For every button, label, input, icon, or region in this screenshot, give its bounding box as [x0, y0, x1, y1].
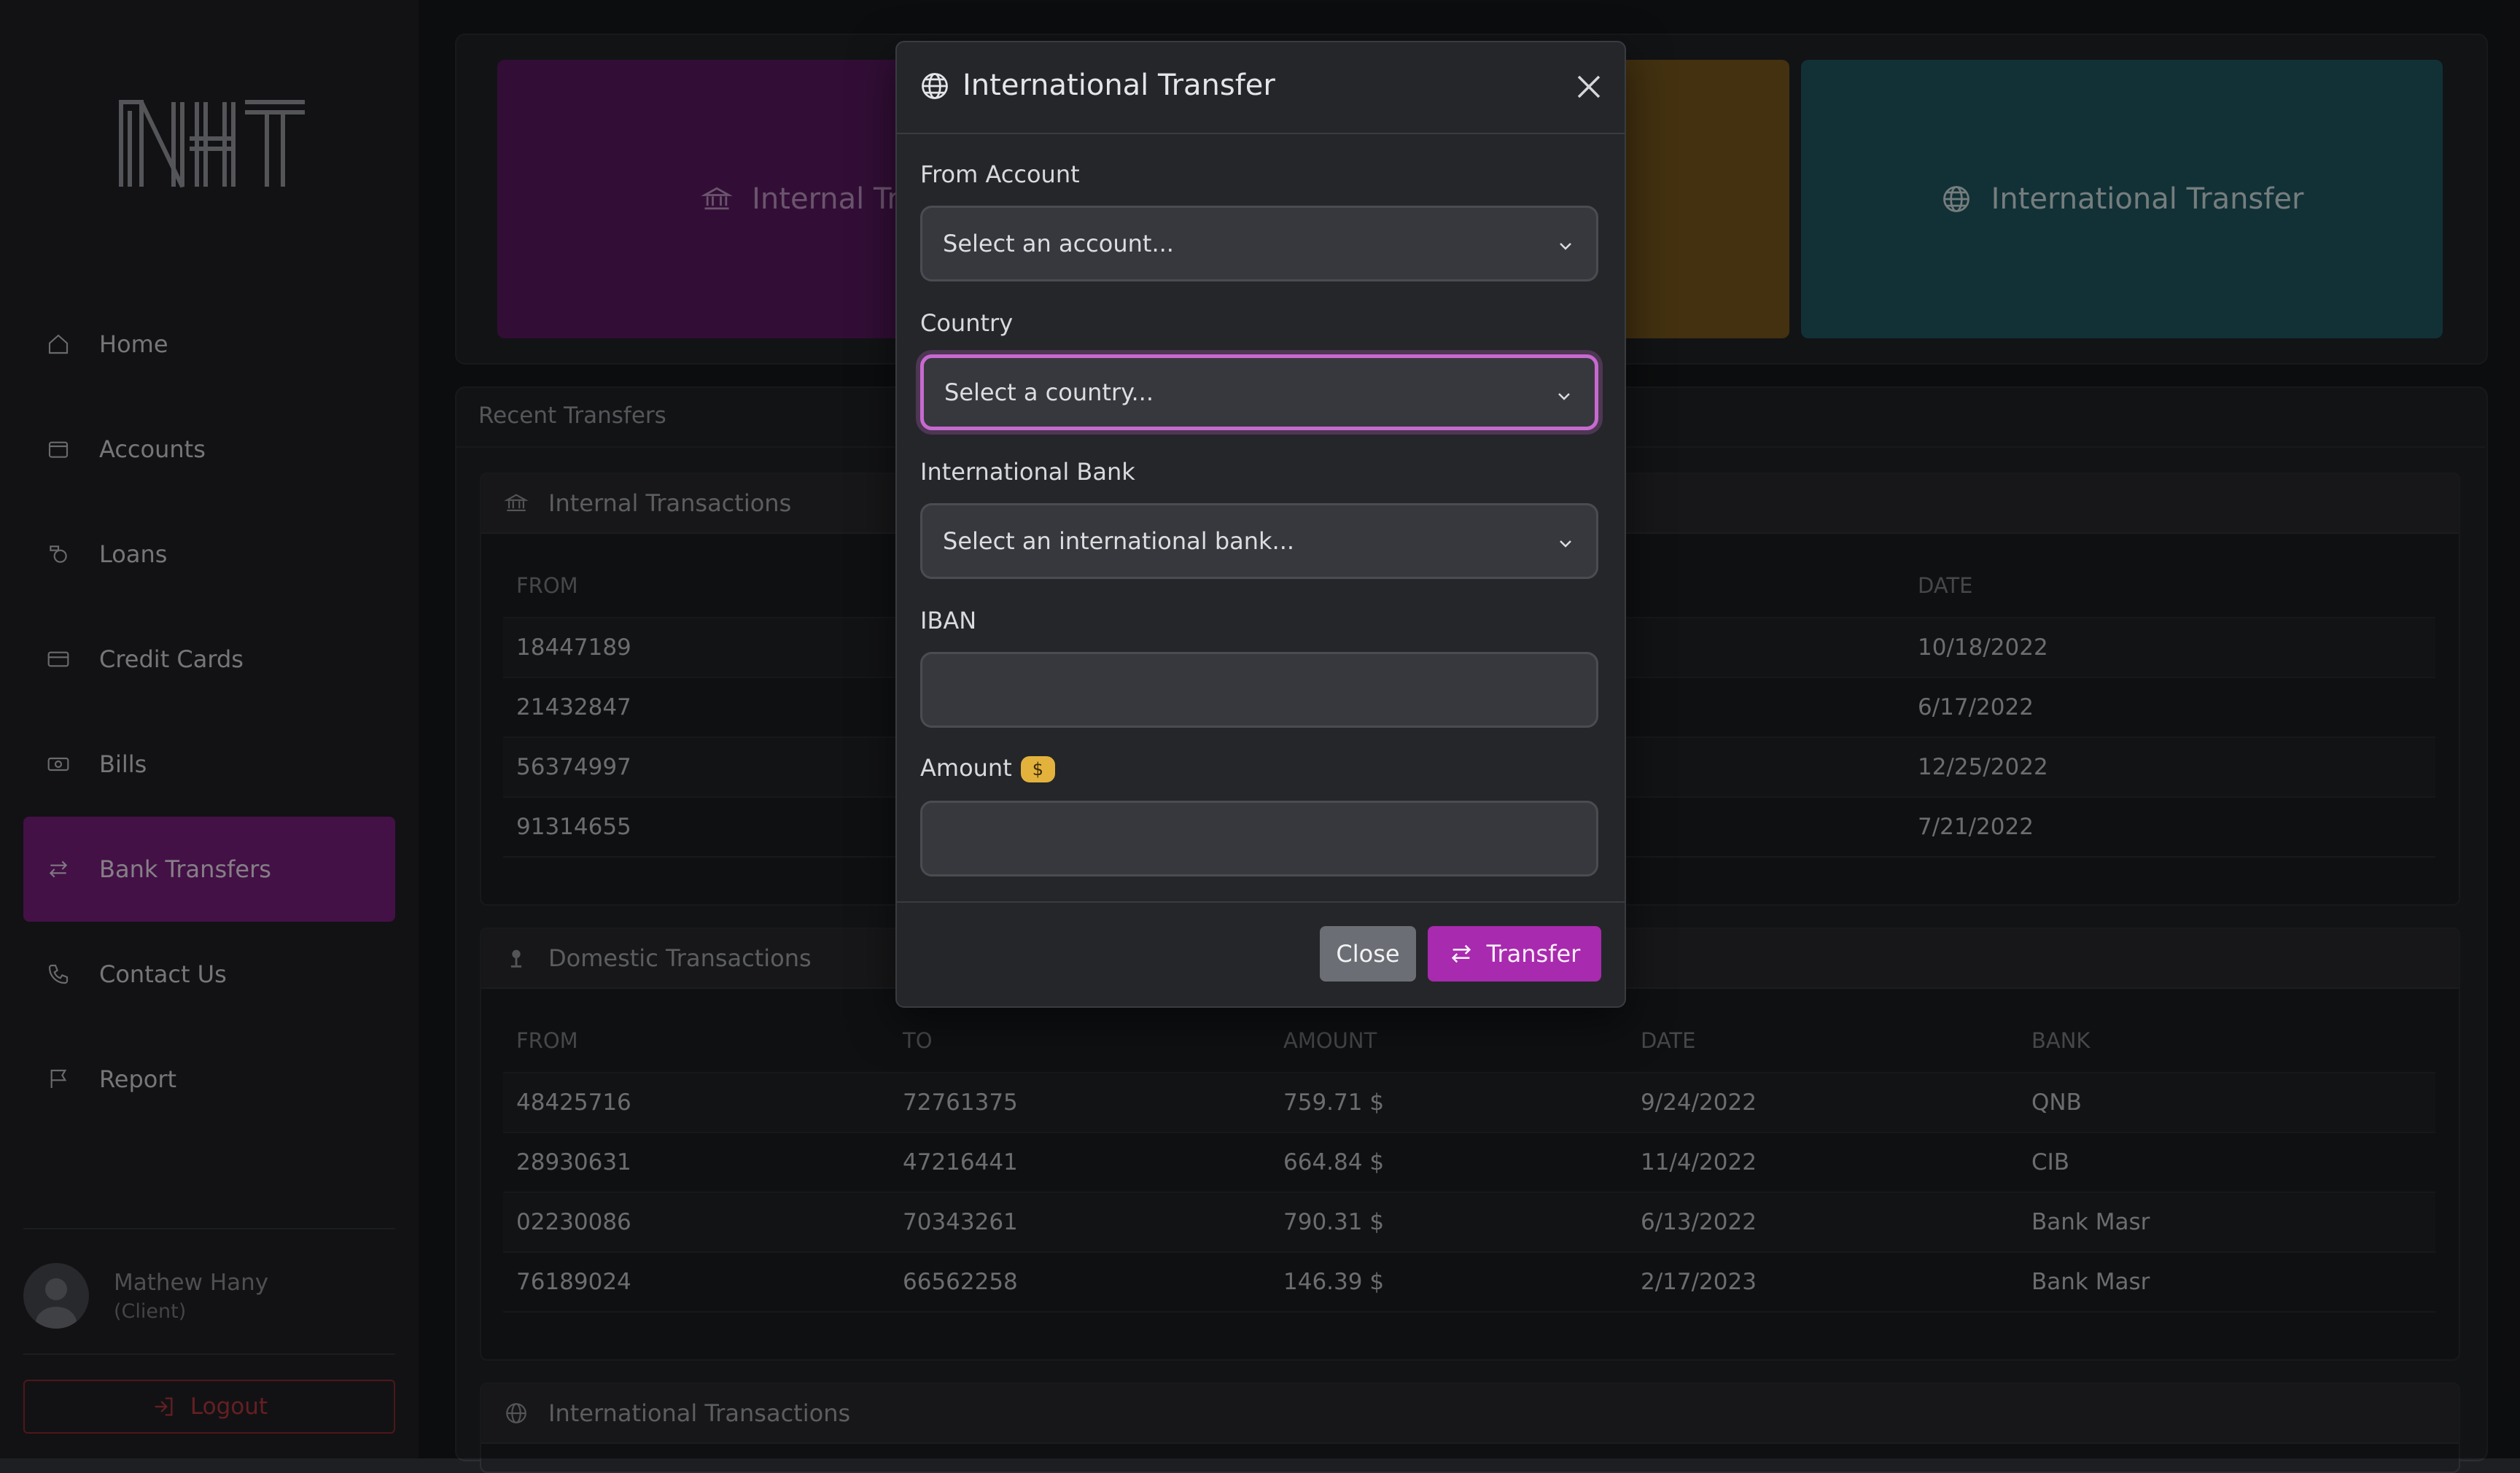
international-transfer-modal: International Transfer From Account Sele…	[895, 41, 1626, 1008]
modal-header: International Transfer	[897, 42, 1625, 134]
international-bank-label: International Bank	[920, 458, 1135, 486]
transfer-icon	[1451, 944, 1471, 963]
select-value: Select a country...	[944, 378, 1154, 406]
chevron-down-icon	[1558, 393, 1570, 400]
globe-icon	[922, 73, 948, 99]
close-button[interactable]: Close	[1320, 926, 1416, 982]
international-bank-select[interactable]: Select an international bank...	[920, 503, 1598, 579]
modal-footer: Close Transfer	[897, 901, 1625, 1008]
select-value: Select an account...	[943, 230, 1174, 257]
iban-input[interactable]	[920, 652, 1598, 728]
from-account-label: From Account	[920, 160, 1080, 188]
amount-label-text: Amount	[920, 754, 1012, 782]
amount-input[interactable]	[920, 801, 1598, 877]
select-value: Select an international bank...	[943, 527, 1295, 555]
close-icon[interactable]	[1574, 71, 1604, 102]
currency-badge: $	[1020, 756, 1056, 782]
modal-title: International Transfer	[962, 69, 1275, 102]
iban-label: IBAN	[920, 607, 977, 634]
chevron-down-icon	[1560, 540, 1571, 548]
chevron-down-icon	[1560, 243, 1571, 250]
from-account-select[interactable]: Select an account...	[920, 206, 1598, 281]
amount-label: Amount $	[920, 754, 1056, 782]
country-select[interactable]: Select a country...	[920, 354, 1598, 430]
country-label: Country	[920, 309, 1014, 337]
transfer-label: Transfer	[1486, 940, 1581, 968]
transfer-button[interactable]: Transfer	[1428, 926, 1601, 982]
